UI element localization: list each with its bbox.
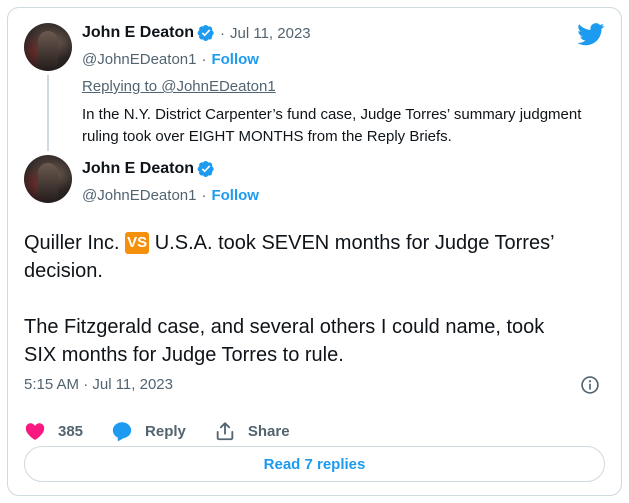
author-handle[interactable]: @JohnEDeaton1 xyxy=(82,51,196,68)
speech-bubble-icon xyxy=(111,420,133,442)
main-author-row: John E Deaton xyxy=(82,160,215,178)
separator: · xyxy=(201,51,207,68)
tweet-text-line: Quiller Inc. VS U.S.A. took SEVEN months… xyxy=(24,229,614,257)
like-button[interactable]: 385 xyxy=(24,420,83,442)
replying-to-link[interactable]: Replying to @JohnEDeaton1 xyxy=(82,78,276,95)
share-icon xyxy=(214,420,236,442)
heart-icon xyxy=(24,420,46,442)
author-handle[interactable]: @JohnEDeaton1 xyxy=(82,187,196,204)
separator: · xyxy=(201,187,207,204)
tweet-embed-card: John E Deaton · Jul 11, 2023 @JohnEDeato… xyxy=(7,7,622,496)
author-name[interactable]: John E Deaton xyxy=(82,24,194,42)
twitter-bird-icon[interactable] xyxy=(577,23,605,46)
verified-badge-icon xyxy=(197,24,215,42)
verified-badge-icon xyxy=(197,160,215,178)
reply-button[interactable]: Reply xyxy=(111,420,186,442)
vs-emoji-badge: VS xyxy=(125,232,150,254)
tweet-text-segment: Quiller Inc. xyxy=(24,232,126,254)
tweet-text-line: SIX months for Judge Torres to rule. xyxy=(24,344,344,366)
read-replies-button[interactable]: Read 7 replies xyxy=(24,446,605,482)
reply-label: Reply xyxy=(145,422,186,440)
quoted-tweet-text: In the N.Y. District Carpenter’s fund ca… xyxy=(82,106,582,145)
thread-connector-line xyxy=(47,75,49,151)
quoted-handle-row: @JohnEDeaton1 · Follow xyxy=(82,51,259,68)
avatar[interactable] xyxy=(24,23,72,71)
quoted-author-row: John E Deaton · Jul 11, 2023 xyxy=(82,24,311,42)
avatar[interactable] xyxy=(24,155,72,203)
tweet-text-line: decision. xyxy=(24,260,103,282)
tweet-date[interactable]: Jul 11, 2023 xyxy=(230,25,311,42)
tweet-actions: 385 Reply Share xyxy=(24,419,318,443)
like-count: 385 xyxy=(58,422,84,440)
info-icon[interactable] xyxy=(580,375,600,395)
author-name[interactable]: John E Deaton xyxy=(82,160,194,178)
follow-button[interactable]: Follow xyxy=(211,51,259,68)
main-handle-row: @JohnEDeaton1 · Follow xyxy=(82,187,259,204)
separator: · xyxy=(220,24,226,42)
tweet-text-segment: U.S.A. took SEVEN months for Judge Torre… xyxy=(149,232,555,254)
tweet-text: Quiller Inc. VS U.S.A. took SEVEN months… xyxy=(24,229,614,369)
tweet-timestamp[interactable]: 5:15 AM · Jul 11, 2023 xyxy=(24,376,173,393)
share-button[interactable]: Share xyxy=(214,420,290,442)
share-label: Share xyxy=(247,422,290,440)
tweet-text-line: The Fitzgerald case, and several others … xyxy=(24,316,545,338)
follow-button[interactable]: Follow xyxy=(211,187,259,204)
